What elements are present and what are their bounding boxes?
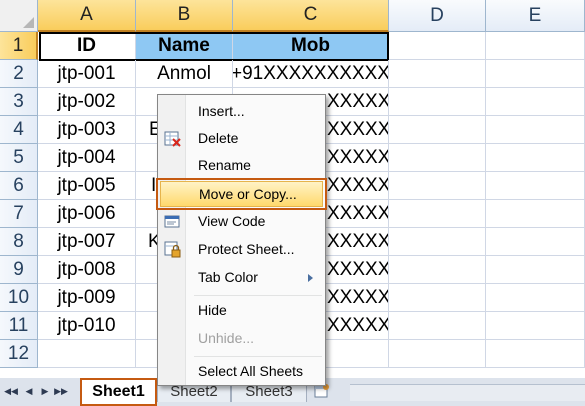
cell-e12[interactable] (486, 340, 585, 368)
cell-c2[interactable]: +91XXXXXXXXXX (233, 60, 389, 88)
menu-item-label: Move or Copy... (199, 186, 297, 202)
menu-item-view-code[interactable]: View Code (160, 209, 323, 235)
cell-e7[interactable] (486, 200, 585, 228)
cell-e1[interactable] (486, 32, 585, 60)
column-header-b[interactable]: B (136, 0, 233, 32)
cell-d11[interactable] (389, 312, 486, 340)
cell-d2[interactable] (389, 60, 486, 88)
cell-e11[interactable] (486, 312, 585, 340)
menu-item-label: Select All Sheets (198, 363, 304, 379)
row-header-7[interactable]: 7 (0, 200, 38, 228)
prev-sheet-icon[interactable]: ◀ (22, 384, 36, 398)
submenu-arrow-icon (308, 274, 313, 282)
row-header-12[interactable]: 12 (0, 340, 38, 368)
delete-sheet-icon (164, 131, 181, 147)
cell-a8[interactable]: jtp-007 (38, 228, 136, 256)
cell-d8[interactable] (389, 228, 486, 256)
row-header-10[interactable]: 10 (0, 284, 38, 312)
cell-a6[interactable]: jtp-005 (38, 172, 136, 200)
menu-item-hide[interactable]: Hide (160, 298, 323, 324)
cell-d3[interactable] (389, 88, 486, 116)
row-header-11[interactable]: 11 (0, 312, 38, 340)
menu-item-tab-color[interactable]: Tab Color (160, 265, 323, 291)
cell-e2[interactable] (486, 60, 585, 88)
protect-sheet-icon (164, 241, 181, 258)
cell-d9[interactable] (389, 256, 486, 284)
cell-e4[interactable] (486, 116, 585, 144)
menu-item-insert[interactable]: Insert... (160, 99, 323, 125)
row-header-9[interactable]: 9 (0, 256, 38, 284)
last-sheet-icon[interactable]: ▶▶ (54, 384, 68, 398)
cell-a2[interactable]: jtp-001 (38, 60, 136, 88)
row-header-4[interactable]: 4 (0, 116, 38, 144)
column-header-a[interactable]: A (38, 0, 136, 32)
menu-item-move-or-copy[interactable]: Move or Copy... (156, 178, 327, 210)
next-sheet-icon[interactable]: ▶ (38, 384, 52, 398)
menu-item-select-all-sheets[interactable]: Select All Sheets (160, 359, 323, 385)
cell-e9[interactable] (486, 256, 585, 284)
cell-b1[interactable]: Name (136, 32, 233, 60)
menu-item-label: Insert... (198, 103, 245, 119)
cell-b2[interactable]: Anmol (136, 60, 233, 88)
row-header-1[interactable]: 1 (0, 32, 38, 60)
menu-item-delete[interactable]: Delete (160, 126, 323, 152)
cell-d10[interactable] (389, 284, 486, 312)
cell-a5[interactable]: jtp-004 (38, 144, 136, 172)
menu-item-label: Hide (198, 302, 227, 318)
cell-c1[interactable]: Mob (233, 32, 389, 60)
menu-item-rename[interactable]: Rename (160, 153, 323, 179)
row-header-8[interactable]: 8 (0, 228, 38, 256)
select-all-corner[interactable] (0, 0, 38, 32)
tab-sheet1[interactable]: Sheet1 (80, 378, 157, 406)
cell-a9[interactable]: jtp-008 (38, 256, 136, 284)
cell-a4[interactable]: jtp-003 (38, 116, 136, 144)
cell-a12[interactable] (38, 340, 136, 368)
cell-a7[interactable]: jtp-006 (38, 200, 136, 228)
menu-item-label: Tab Color (198, 269, 258, 285)
menu-item-label: Rename (198, 157, 251, 173)
cell-d7[interactable] (389, 200, 486, 228)
column-header-e[interactable]: E (486, 0, 585, 32)
sheet-context-menu: Insert... Delete Rename Move or Copy... … (156, 94, 327, 386)
cell-d6[interactable] (389, 172, 486, 200)
cell-e8[interactable] (486, 228, 585, 256)
menu-item-protect-sheet[interactable]: Protect Sheet... (160, 237, 323, 263)
cell-e5[interactable] (486, 144, 585, 172)
cell-d12[interactable] (389, 340, 486, 368)
row-header-3[interactable]: 3 (0, 88, 38, 116)
first-sheet-icon[interactable]: ◀◀ (4, 384, 18, 398)
cell-a11[interactable]: jtp-010 (38, 312, 136, 340)
horizontal-scrollbar[interactable] (350, 384, 585, 401)
cell-a10[interactable]: jtp-009 (38, 284, 136, 312)
cell-d1[interactable] (389, 32, 486, 60)
row-header-6[interactable]: 6 (0, 172, 38, 200)
cell-e3[interactable] (486, 88, 585, 116)
menu-item-label: Delete (198, 130, 239, 146)
row-header-2[interactable]: 2 (0, 60, 38, 88)
cell-a3[interactable]: jtp-002 (38, 88, 136, 116)
cell-e10[interactable] (486, 284, 585, 312)
column-header-c[interactable]: C (233, 0, 389, 32)
menu-item-label: Unhide... (198, 330, 255, 346)
menu-item-unhide: Unhide... (160, 326, 323, 352)
menu-separator (194, 295, 322, 296)
menu-item-label: View Code (198, 213, 266, 229)
cell-a1[interactable]: ID (38, 32, 136, 60)
row-header-5[interactable]: 5 (0, 144, 38, 172)
menu-item-label: Protect Sheet... (198, 241, 295, 257)
menu-separator (194, 356, 322, 357)
cell-e6[interactable] (486, 172, 585, 200)
cell-d5[interactable] (389, 144, 486, 172)
column-header-d[interactable]: D (389, 0, 486, 32)
view-code-icon (164, 215, 180, 228)
cell-d4[interactable] (389, 116, 486, 144)
